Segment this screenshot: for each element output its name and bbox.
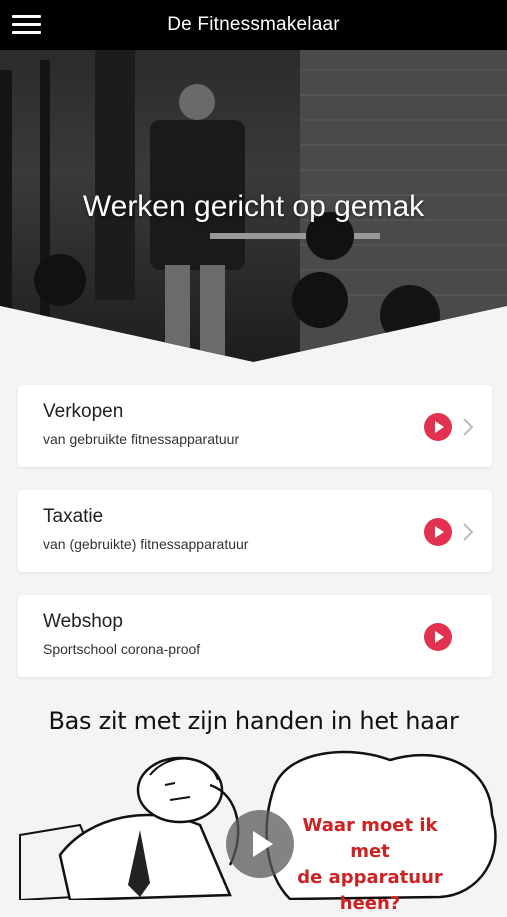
card-verkopen[interactable]: Verkopen van gebruikte fitnessapparatuur	[18, 385, 492, 467]
chevron-right-icon	[463, 418, 474, 436]
card-title: Taxatie	[43, 506, 104, 527]
chevron-right-icon	[463, 523, 474, 541]
video-title: Bas zit met zijn handen in het haar	[48, 707, 459, 735]
speech-bubble-line: de apparatuur heen?	[297, 867, 443, 914]
hero-title: Werken gericht op gemak	[82, 190, 425, 223]
speech-bubble-line: Waar moet ik met	[302, 815, 438, 862]
hero-banner: Werken gericht op gemak	[0, 50, 507, 362]
play-icon[interactable]	[424, 623, 452, 651]
play-icon[interactable]	[424, 518, 452, 546]
speech-bubble-text: Waar moet ik met de apparatuur heen?	[280, 813, 460, 917]
video-play-button[interactable]	[226, 810, 294, 878]
play-icon[interactable]	[424, 413, 452, 441]
top-bar: De Fitnessmakelaar	[0, 0, 507, 50]
app-title: De Fitnessmakelaar	[167, 14, 340, 35]
card-subtitle: van gebruikte fitnessapparatuur	[43, 431, 240, 447]
card-subtitle: van (gebruikte) fitnessapparatuur	[43, 536, 249, 552]
card-title: Webshop	[43, 611, 123, 632]
card-subtitle: Sportschool corona-proof	[43, 641, 201, 657]
card-webshop[interactable]: Webshop Sportschool corona-proof	[18, 595, 492, 677]
card-title: Verkopen	[43, 401, 124, 422]
card-taxatie[interactable]: Taxatie van (gebruikte) fitnessapparatuu…	[18, 490, 492, 572]
